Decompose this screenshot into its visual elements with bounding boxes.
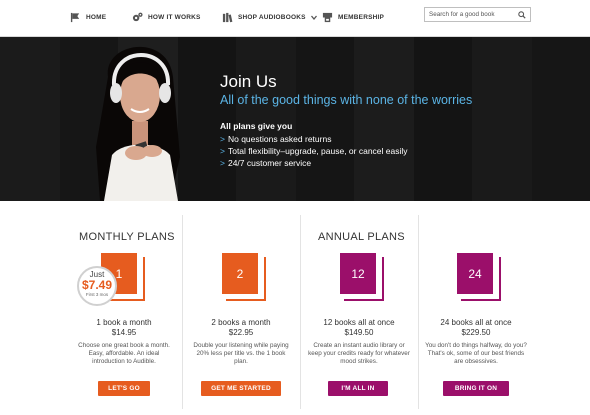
membership-icon	[322, 12, 333, 22]
nav-membership[interactable]: MEMBERSHIP	[322, 10, 384, 24]
chevron-right-icon: >	[220, 134, 225, 144]
plan-name: 24 books all at once	[440, 318, 512, 327]
book-icon: 24	[457, 253, 501, 301]
plan-count: 12	[340, 253, 376, 294]
plan-count: 24	[457, 253, 493, 294]
benefit-item: > No questions asked returns	[220, 133, 408, 145]
plan-description: Double your listening while paying 20% l…	[193, 342, 289, 365]
plan-count: 2	[222, 253, 258, 294]
benefit-text: No questions asked returns	[227, 134, 332, 144]
column-divider	[418, 215, 419, 409]
plans-section: MONTHLY PLANS ANNUAL PLANS 1 Just $7.49 …	[0, 201, 590, 415]
chevron-right-icon: >	[220, 158, 225, 168]
plan-name: 12 books all at once	[323, 318, 395, 327]
hero-subtitle: All of the good things with none of the …	[220, 93, 473, 107]
wood-plank	[296, 37, 354, 201]
nav-shop-audiobooks[interactable]: SHOP AUDIOBOOKS	[222, 10, 317, 24]
benefits-list: > No questions asked returns > Total flexi…	[220, 133, 408, 169]
woman-with-headphones-photo	[96, 46, 180, 201]
plan-description: Create an instant audio library or keep …	[308, 342, 410, 365]
plan-name: 1 book a month	[96, 318, 152, 327]
nav-membership-label: MEMBERSHIP	[338, 13, 385, 21]
top-navigation: HOME HOW IT WORKS SHOP AUDIOBOOKS MEMBER…	[0, 0, 590, 37]
search-icon[interactable]	[518, 11, 526, 19]
badge-price: $7.49	[81, 278, 113, 292]
annual-plans-heading: ANNUAL PLANS	[318, 231, 405, 243]
hero-title: Join Us	[220, 72, 277, 91]
benefit-item: > Total flexibility–upgrade, pause, or ca…	[220, 145, 408, 157]
im-all-in-button[interactable]: I'M ALL IN	[328, 381, 388, 396]
monthly-plans-heading: MONTHLY PLANS	[79, 231, 175, 243]
search-input[interactable]: Search for a good book	[424, 7, 531, 22]
lets-go-button[interactable]: LET'S GO	[98, 381, 150, 396]
column-divider	[300, 215, 301, 409]
wood-plank	[532, 37, 590, 201]
nav-home-label: HOME	[86, 13, 107, 21]
nav-how-it-works-label: HOW IT WORKS	[148, 13, 201, 21]
wood-plank	[414, 37, 472, 201]
plan-price: $14.95	[111, 328, 137, 337]
gears-icon	[132, 12, 143, 21]
benefit-text: Total flexibility–upgrade, pause, or can…	[227, 146, 408, 156]
plan-name: 2 books a month	[211, 318, 271, 327]
hero-banner: Join Us All of the good things with none…	[0, 37, 590, 201]
plan-price: $229.50	[461, 328, 491, 337]
plan-price: $22.95	[228, 328, 254, 337]
nav-shop-audiobooks-label: SHOP AUDIOBOOKS	[238, 13, 306, 21]
wood-plank	[354, 37, 414, 201]
wood-plank	[236, 37, 296, 201]
chevron-down-icon	[310, 15, 317, 20]
book-icon: 12	[340, 253, 384, 301]
home-flag-icon	[70, 12, 80, 22]
hero-list-heading: All plans give you	[220, 121, 293, 131]
price-badge: Just $7.49 First 3 mos	[77, 266, 117, 306]
badge-note: First 3 mos	[85, 292, 109, 297]
column-divider	[182, 215, 183, 409]
plan-price: $149.50	[344, 328, 374, 337]
nav-how-it-works[interactable]: HOW IT WORKS	[132, 10, 201, 24]
books-icon	[222, 12, 233, 22]
get-me-started-button[interactable]: GET ME STARTED	[201, 381, 281, 396]
wood-plank	[0, 37, 60, 201]
plan-description: Choose one great book a month. Easy, aff…	[78, 342, 170, 365]
search-placeholder: Search for a good book	[429, 11, 495, 18]
wood-plank	[472, 37, 532, 201]
chevron-right-icon: >	[220, 146, 225, 156]
nav-home[interactable]: HOME	[70, 10, 106, 24]
benefit-item: >24/7 customer service	[220, 157, 408, 169]
benefit-text: 24/7 customer service	[227, 158, 312, 168]
plan-description: You don't do things halfway, do you? Tha…	[425, 342, 527, 365]
bring-it-on-button[interactable]: BRING IT ON	[443, 381, 509, 396]
book-icon: 2	[222, 253, 266, 301]
